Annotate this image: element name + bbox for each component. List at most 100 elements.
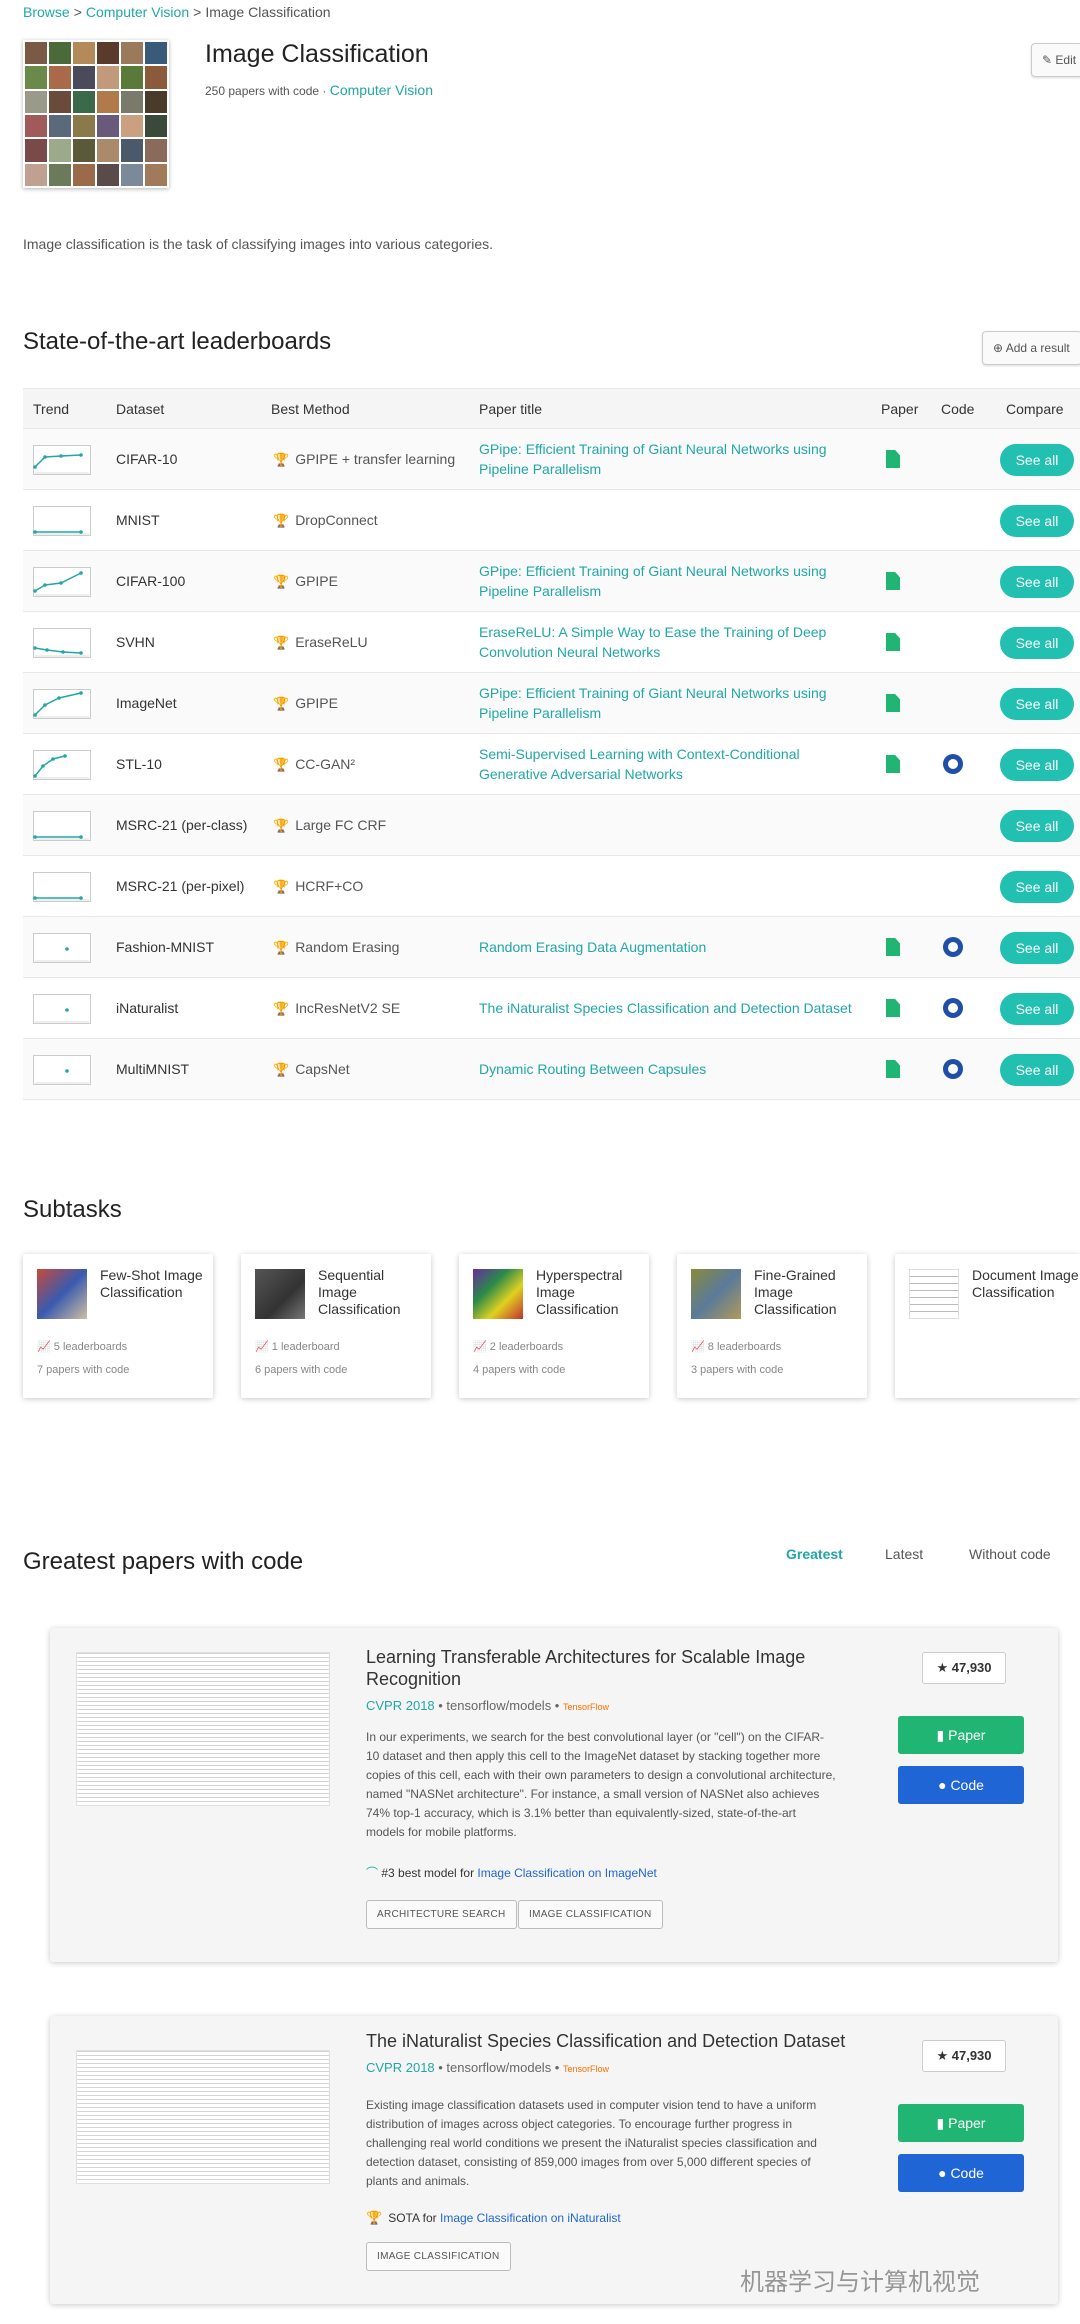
best-method[interactable]: 🏆 Large FC CRF [273,817,386,834]
tag-image-classification[interactable]: IMAGE CLASSIFICATION [518,1900,663,1929]
breadcrumb-computer-vision[interactable]: Computer Vision [86,4,189,20]
subtask-name[interactable]: Document Image Classification [972,1267,1080,1301]
best-method[interactable]: 🏆 EraseReLU [273,634,368,651]
github-icon[interactable] [943,1059,963,1079]
stars-badge[interactable]: ★ 47,930 [922,2040,1006,2072]
tab-greatest[interactable]: Greatest [786,1546,843,1562]
paper-title-link[interactable]: GPipe: Efficient Training of Giant Neura… [479,683,859,723]
document-icon[interactable] [886,633,900,651]
paper-title-link[interactable]: Semi-Supervised Learning with Context-Co… [479,744,859,784]
see-all-button[interactable]: See all [1000,993,1074,1025]
area-link[interactable]: Computer Vision [330,82,433,98]
dataset-name[interactable]: iNaturalist [116,1000,178,1016]
paper-title[interactable]: The iNaturalist Species Classification a… [366,2030,886,2052]
dataset-name[interactable]: Fashion-MNIST [116,939,214,955]
dataset-name[interactable]: SVHN [116,634,155,650]
github-icon[interactable] [943,937,963,957]
dataset-name[interactable]: MSRC-21 (per-pixel) [116,878,244,894]
trend-sparkline[interactable] [33,811,91,841]
tag-image-classification[interactable]: IMAGE CLASSIFICATION [366,2242,511,2271]
trend-sparkline[interactable] [33,445,91,475]
trend-sparkline[interactable] [33,872,91,902]
code-button[interactable]: ● Code [898,1766,1024,1804]
dataset-name[interactable]: CIFAR-10 [116,451,177,467]
rank-link[interactable]: Image Classification on ImageNet [477,1866,656,1880]
see-all-button[interactable]: See all [1000,871,1074,903]
best-method[interactable]: 🏆 CapsNet [273,1061,350,1078]
best-method[interactable]: 🏆 GPIPE [273,695,338,712]
repo-name[interactable]: • tensorflow/models • [435,2060,563,2075]
dataset-name[interactable]: MSRC-21 (per-class) [116,817,247,833]
see-all-button[interactable]: See all [1000,627,1074,659]
github-icon[interactable] [943,998,963,1018]
see-all-button[interactable]: See all [1000,749,1074,781]
subtask-name[interactable]: Few-Shot Image Classification [100,1267,208,1301]
trend-sparkline[interactable] [33,628,91,658]
best-method[interactable]: 🏆 DropConnect [273,512,378,529]
paper-button[interactable]: ▮ Paper [898,2104,1024,2142]
see-all-button[interactable]: See all [1000,444,1074,476]
github-icon[interactable] [943,754,963,774]
see-all-button[interactable]: See all [1000,688,1074,720]
paper-thumbnail[interactable] [76,2050,330,2184]
trend-sparkline[interactable] [33,506,91,536]
best-method[interactable]: 🏆 GPIPE [273,573,338,590]
document-icon[interactable] [886,694,900,712]
rank-link[interactable]: Image Classification on iNaturalist [440,2211,621,2225]
tag-architecture-search[interactable]: ARCHITECTURE SEARCH [366,1900,517,1929]
trend-sparkline[interactable] [33,933,91,963]
subtask-card[interactable]: Fine-Grained Image Classification 📈 8 le… [677,1254,867,1398]
subtask-card[interactable]: Sequential Image Classification 📈 1 lead… [241,1254,431,1398]
trend-sparkline[interactable] [33,689,91,719]
edit-button[interactable]: ✎ Edit [1031,43,1080,77]
subtask-card[interactable]: Few-Shot Image Classification 📈 5 leader… [23,1254,213,1398]
dataset-name[interactable]: MultiMNIST [116,1061,189,1077]
trend-sparkline[interactable] [33,1055,91,1085]
trend-sparkline[interactable] [33,750,91,780]
best-method[interactable]: 🏆 HCRF+CO [273,878,363,895]
best-method[interactable]: 🏆 CC-GAN² [273,756,355,773]
code-button[interactable]: ● Code [898,2154,1024,2192]
see-all-button[interactable]: See all [1000,932,1074,964]
dataset-name[interactable]: STL-10 [116,756,162,772]
stars-badge[interactable]: ★ 47,930 [922,1652,1006,1684]
best-method[interactable]: 🏆 Random Erasing [273,939,399,956]
see-all-button[interactable]: See all [1000,1054,1074,1086]
paper-button[interactable]: ▮ Paper [898,1716,1024,1754]
document-icon[interactable] [886,1060,900,1078]
dataset-name[interactable]: MNIST [116,512,160,528]
subtask-name[interactable]: Hyperspectral Image Classification [536,1267,644,1318]
venue-link[interactable]: CVPR 2018 [366,2060,435,2075]
add-result-button[interactable]: ⊕ Add a result [982,331,1080,365]
best-method[interactable]: 🏆 IncResNetV2 SE [273,1000,400,1017]
venue-link[interactable]: CVPR 2018 [366,1698,435,1713]
paper-title-link[interactable]: Random Erasing Data Augmentation [479,937,859,957]
subtask-card[interactable]: Document Image Classification [895,1254,1080,1398]
trend-sparkline[interactable] [33,994,91,1024]
document-icon[interactable] [886,450,900,468]
paper-title-link[interactable]: Dynamic Routing Between Capsules [479,1059,859,1079]
dataset-name[interactable]: ImageNet [116,695,177,711]
repo-name[interactable]: • tensorflow/models • [435,1698,563,1713]
tab-latest[interactable]: Latest [885,1546,923,1562]
tab-without-code[interactable]: Without code [969,1546,1051,1562]
breadcrumb-browse[interactable]: Browse [23,4,70,20]
subtask-name[interactable]: Fine-Grained Image Classification [754,1267,862,1318]
paper-thumbnail[interactable] [76,1652,330,1806]
trend-sparkline[interactable] [33,567,91,597]
see-all-button[interactable]: See all [1000,566,1074,598]
paper-title-link[interactable]: EraseReLU: A Simple Way to Ease the Trai… [479,622,859,662]
best-method[interactable]: 🏆 GPIPE + transfer learning [273,451,455,468]
dataset-name[interactable]: CIFAR-100 [116,573,185,589]
subtask-name[interactable]: Sequential Image Classification [318,1267,426,1318]
document-icon[interactable] [886,755,900,773]
paper-title-link[interactable]: The iNaturalist Species Classification a… [479,998,859,1018]
document-icon[interactable] [886,572,900,590]
paper-title-link[interactable]: GPipe: Efficient Training of Giant Neura… [479,561,859,601]
paper-title-link[interactable]: GPipe: Efficient Training of Giant Neura… [479,439,859,479]
paper-title[interactable]: Learning Transferable Architectures for … [366,1646,866,1690]
document-icon[interactable] [886,938,900,956]
document-icon[interactable] [886,999,900,1017]
see-all-button[interactable]: See all [1000,810,1074,842]
see-all-button[interactable]: See all [1000,505,1074,537]
